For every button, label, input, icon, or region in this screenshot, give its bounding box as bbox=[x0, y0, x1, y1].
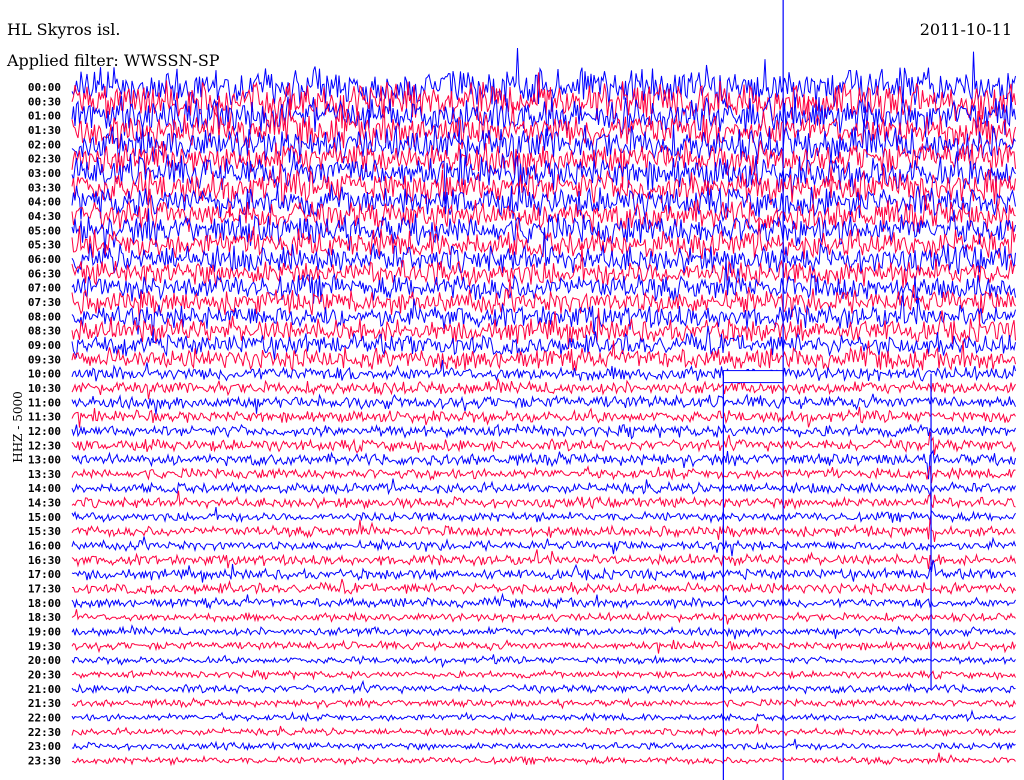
trace-row bbox=[71, 668, 1016, 681]
trace-row bbox=[71, 360, 1016, 382]
row-time-label: 17:00 bbox=[28, 568, 61, 581]
row-time-label: 11:00 bbox=[28, 396, 61, 409]
filter-label: Applied filter: WWSSN-SP bbox=[7, 51, 220, 70]
trace-row bbox=[72, 578, 1016, 596]
row-time-label: 09:00 bbox=[28, 339, 61, 352]
trace-row bbox=[71, 549, 1016, 570]
row-time-label: 03:30 bbox=[28, 181, 61, 194]
trace-row bbox=[71, 490, 1016, 510]
trace-row bbox=[71, 752, 1016, 767]
trace-row bbox=[71, 536, 1016, 557]
row-time-label: 01:30 bbox=[28, 124, 61, 137]
row-time-label: 07:30 bbox=[28, 296, 61, 309]
trace-row bbox=[71, 406, 1016, 428]
row-time-label: 16:30 bbox=[28, 554, 61, 567]
trace-row bbox=[71, 679, 1016, 695]
row-time-label: 03:00 bbox=[28, 167, 61, 180]
trace-row bbox=[71, 559, 1016, 583]
row-time-label: 15:30 bbox=[28, 525, 61, 538]
row-time-label: 02:30 bbox=[28, 153, 61, 166]
row-time-label: 22:00 bbox=[28, 712, 61, 725]
row-time-label: 12:00 bbox=[28, 425, 61, 438]
row-time-label: 06:00 bbox=[28, 253, 61, 266]
trace-row bbox=[71, 423, 1016, 440]
row-time-label: 01:00 bbox=[28, 110, 61, 123]
row-time-label: 11:30 bbox=[28, 411, 61, 424]
trace-row bbox=[71, 709, 1016, 723]
row-time-label: 12:30 bbox=[28, 439, 61, 452]
trace-row bbox=[71, 738, 1016, 752]
y-axis-label: HHZ - 5000 bbox=[10, 391, 25, 463]
row-time-label: 18:00 bbox=[28, 597, 61, 610]
row-time-label: 22:30 bbox=[28, 726, 61, 739]
trace-row bbox=[71, 723, 1016, 738]
trace-row bbox=[71, 465, 1016, 484]
row-time-label: 00:00 bbox=[28, 81, 61, 94]
row-time-label: 19:30 bbox=[28, 640, 61, 653]
trace-row bbox=[71, 432, 1016, 455]
helicorder-plot: 00:0000:30 01:0001:3002:00 02:3003:0003:30… bbox=[28, 0, 1016, 780]
row-time-label: 17:30 bbox=[28, 583, 61, 596]
trace-row bbox=[71, 654, 1016, 669]
row-time-label: 02:00 bbox=[28, 138, 61, 151]
row-time-label: 14:30 bbox=[28, 497, 61, 510]
data-gap bbox=[722, 370, 784, 384]
trace-row bbox=[71, 624, 1016, 640]
row-time-label: 10:30 bbox=[28, 382, 61, 395]
row-time-label: 19:00 bbox=[28, 626, 61, 639]
row-time-label: 15:00 bbox=[28, 511, 61, 524]
row-time-label: 04:30 bbox=[28, 210, 61, 223]
row-time-label: 05:30 bbox=[28, 239, 61, 252]
trace-row bbox=[71, 639, 1016, 654]
row-time-label: 09:30 bbox=[28, 353, 61, 366]
trace-row bbox=[71, 518, 1016, 542]
row-time-label: 16:00 bbox=[28, 540, 61, 553]
trace-row bbox=[71, 393, 1016, 415]
row-time-label: 18:30 bbox=[28, 611, 61, 624]
row-time-label: 04:00 bbox=[28, 196, 61, 209]
row-time-label: 13:30 bbox=[28, 468, 61, 481]
row-time-label: 20:30 bbox=[28, 669, 61, 682]
row-time-label: 13:00 bbox=[28, 454, 61, 467]
trace-row bbox=[71, 592, 1016, 610]
row-time-label: 06:30 bbox=[28, 267, 61, 280]
row-time-label: 08:00 bbox=[28, 310, 61, 323]
row-time-label: 20:00 bbox=[28, 654, 61, 667]
row-time-label: 23:00 bbox=[28, 740, 61, 753]
row-time-label: 07:00 bbox=[28, 282, 61, 295]
trace-row bbox=[71, 609, 1016, 625]
row-time-label: 21:30 bbox=[28, 697, 61, 710]
row-time-label: 08:30 bbox=[28, 325, 61, 338]
row-time-label: 23:30 bbox=[28, 755, 61, 768]
row-time-label: 10:00 bbox=[28, 368, 61, 381]
row-time-label: 05:00 bbox=[28, 224, 61, 237]
row-time-label: 00:30 bbox=[28, 95, 61, 108]
trace-row bbox=[71, 697, 1016, 711]
trace-row bbox=[71, 507, 1016, 524]
row-time-label: 14:00 bbox=[28, 482, 61, 495]
trace-row bbox=[71, 478, 1016, 497]
row-time-label: 21:00 bbox=[28, 683, 61, 696]
